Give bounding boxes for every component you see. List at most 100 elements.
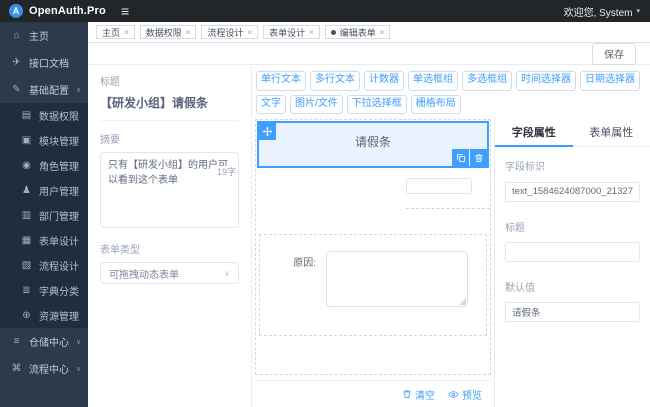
list-icon: ≣ [22,285,31,296]
close-icon[interactable]: × [124,28,129,37]
delete-component-button[interactable] [470,149,487,166]
properties-tabs: 字段属性 表单属性 [495,117,650,147]
selected-header-component[interactable]: 请假条 [257,121,489,168]
sidebar-item-label: 数据权限 [39,112,79,123]
sidebar-item-label: 流程设计 [39,262,79,273]
tag-home[interactable]: 主页 × [96,25,135,39]
form-summary-textarea[interactable]: 只有【研发小组】的用户可以看到这个表单 19字 [100,152,239,228]
default-value-input[interactable] [505,302,640,322]
form-field-row[interactable] [256,173,490,209]
sidebar-item-label: 基础配置 [29,86,69,97]
base-config-submenu: ▤ 数据权限 ▣ 模块管理 ◉ 角色管理 ♟ 用户管理 ▥ 部门管理 ▦ 表单设… [0,103,88,328]
palette-checkbox-group-button[interactable]: 多选框组 [462,71,512,91]
palette-single-line-text-button[interactable]: 单行文本 [256,71,306,91]
sidebar-item-label: 主页 [29,32,49,43]
sidebar-nav: ⌂ 主页 ✈ 接口文档 ✎ 基础配置 ∧ ▤ 数据权限 ▣ 模块管理 ◉ 角色管… [0,22,88,407]
tag-label: 数据权限 [145,27,182,38]
sidebar-item-user-manage[interactable]: ♟ 用户管理 [0,178,88,203]
tag-form-design[interactable]: 表单设计 × [263,25,320,39]
sidebar-item-flow-center[interactable]: ⌘ 流程中心 ∨ [0,355,88,382]
sidebar-item-form-design[interactable]: ▦ 表单设计 [0,228,88,253]
tab-form-properties[interactable]: 表单属性 [573,117,650,146]
tag-edit-form-active[interactable]: 编辑表单 × [324,25,391,39]
palette-text-button[interactable]: 文字 [256,94,286,114]
brand-title: OpenAuth.Pro [29,5,106,17]
sidebar-item-flow-design[interactable]: ▧ 流程设计 [0,253,88,278]
sidebar-item-role-manage[interactable]: ◉ 角色管理 [0,153,88,178]
close-icon[interactable]: × [380,28,385,37]
canvas-column: 请假条 原因: 清空 预览 [252,117,494,407]
chevron-down-icon: ▾ [636,8,640,15]
reason-label: 原因: [293,258,316,269]
sidebar-item-label: 字典分类 [39,287,79,298]
palette-multi-line-text-button[interactable]: 多行文本 [310,71,360,91]
sidebar-item-data-permission[interactable]: ▤ 数据权限 [0,103,88,128]
palette-time-picker-button[interactable]: 时间选择器 [516,71,576,91]
reason-textarea[interactable] [326,251,468,307]
plus-circle-icon: ⊕ [22,310,31,321]
sidebar-item-warehouse-center[interactable]: ≡ 仓储中心 ∨ [0,328,88,355]
close-icon[interactable]: × [247,28,252,37]
user-menu[interactable]: 欢迎您, System ▾ [564,4,640,19]
preview-form-button[interactable]: 预览 [448,387,482,402]
sidebar-item-label: 用户管理 [39,187,79,198]
module-icon: ▣ [21,135,32,146]
form-type-select[interactable]: 可拖拽动态表单 ∨ [100,262,239,284]
form-summary-label: 摘要 [100,135,120,146]
save-button[interactable]: 保存 [592,42,636,65]
brand-logo-icon: A [9,4,23,18]
palette-counter-button[interactable]: 计数器 [364,71,404,91]
drag-handle[interactable] [259,123,276,140]
palette-select-button[interactable]: 下拉选择框 [346,94,407,114]
form-summary-text: 只有【研发小组】的用户可以看到这个表单 [108,160,228,186]
form-title-input[interactable]: 【研发小组】请假条 [100,94,239,121]
palette-date-picker-button[interactable]: 日期选择器 [580,71,640,91]
palette-grid-layout-button[interactable]: 栅格布局 [410,94,461,114]
move-icon [262,126,273,137]
sidebar-item-home[interactable]: ⌂ 主页 [0,22,88,49]
palette-radio-group-button[interactable]: 单选框组 [408,71,458,91]
eye-icon [448,390,459,398]
hamburger-menu-icon[interactable]: ≡ [121,4,129,18]
form-canvas[interactable]: 请假条 原因: [255,119,491,375]
tag-flow-design[interactable]: 流程设计 × [201,25,259,39]
sidebar-item-base-config[interactable]: ✎ 基础配置 ∧ [0,76,88,103]
form-icon: ▦ [21,235,32,246]
menu-lines-icon: ≡ [13,336,20,347]
tag-data-permission[interactable]: 数据权限 × [139,25,197,39]
sidebar-item-dict-category[interactable]: ≣ 字典分类 [0,278,88,303]
canvas-footer: 清空 预览 [255,380,491,407]
sidebar-item-label: 接口文档 [29,59,69,70]
main-content: 标题 【研发小组】请假条 摘要 只有【研发小组】的用户可以看到这个表单 19字 … [88,66,650,407]
copy-icon [456,153,465,162]
unlabeled-field-input[interactable] [406,178,472,194]
copy-component-button[interactable] [452,149,469,166]
word-count-badge: 19字 [215,166,236,180]
home-icon: ⌂ [13,30,20,41]
form-type-value: 可拖拽动态表单 [109,269,179,281]
sidebar-item-module-manage[interactable]: ▣ 模块管理 [0,128,88,153]
close-icon[interactable]: × [186,28,191,37]
brand-logo-letter: A [12,6,20,16]
sidebar-item-resource-manage[interactable]: ⊕ 资源管理 [0,303,88,328]
tab-field-properties[interactable]: 字段属性 [495,117,573,147]
close-icon[interactable]: × [309,28,314,37]
sidebar-item-label: 部门管理 [39,212,79,223]
component-actions [452,149,487,166]
properties-panel: 字段属性 表单属性 字段标识 标题 默认值 [494,117,650,407]
edit-icon: ✎ [12,84,21,95]
clear-form-button[interactable]: 清空 [402,387,435,402]
sitemap-icon: ⌘ [11,363,22,374]
field-title-input[interactable] [505,242,640,262]
sidebar-item-dept-manage[interactable]: ▥ 部门管理 [0,203,88,228]
bar-chart-icon: ▥ [21,210,32,221]
flow-icon: ▧ [21,260,32,271]
form-title-label: 标题 [100,77,120,88]
reason-field-item[interactable]: 原因: [259,234,487,336]
palette-image-file-button[interactable]: 图片/文件 [290,94,343,114]
chevron-down-icon: ∨ [76,365,82,373]
field-id-input[interactable] [505,181,640,202]
sidebar-item-api-docs[interactable]: ✈ 接口文档 [0,49,88,76]
sidebar-item-label: 流程中心 [29,365,69,376]
chevron-down-icon: ∨ [76,338,82,346]
